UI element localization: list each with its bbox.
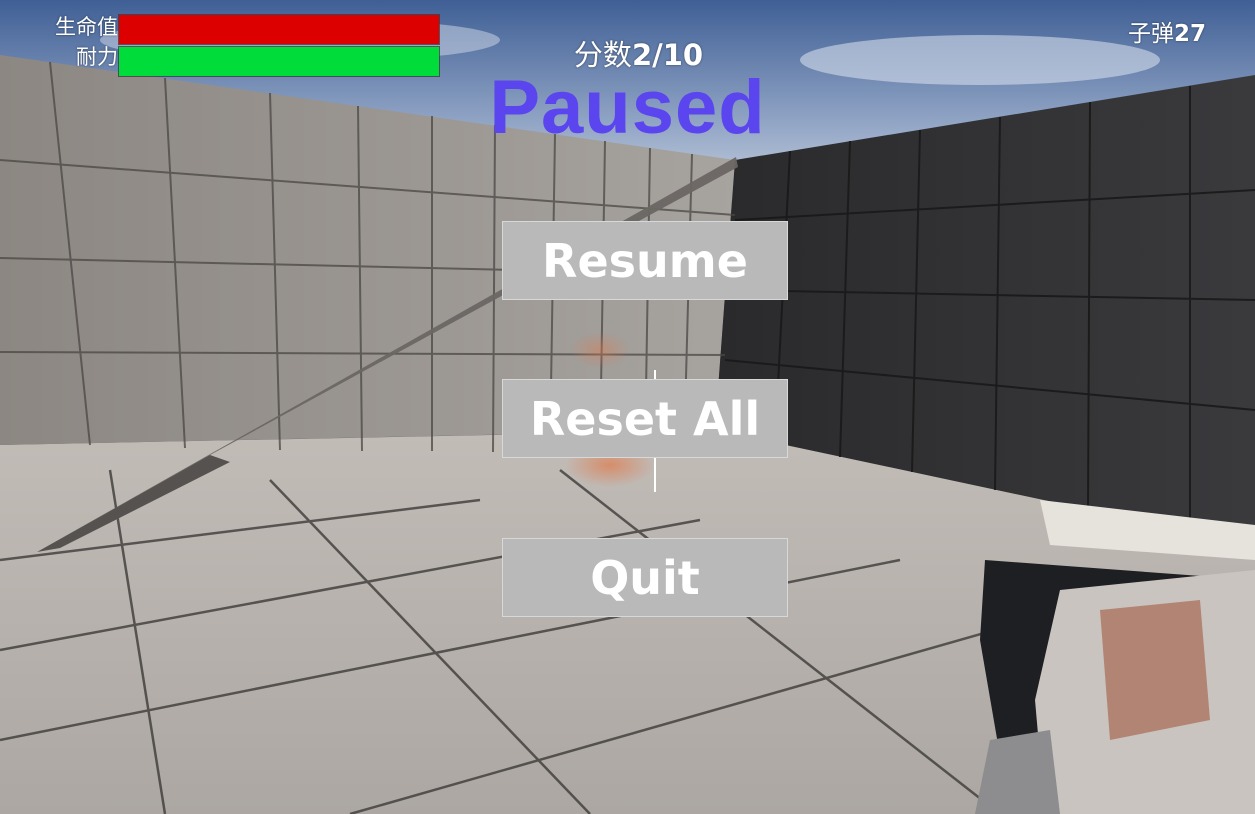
reset-all-button[interactable]: Reset All: [502, 379, 788, 458]
ammo-value: 27: [1174, 21, 1207, 47]
quit-button[interactable]: Quit: [502, 538, 788, 617]
ammo-display: 子弹27: [1128, 14, 1206, 48]
paused-title: Paused: [489, 65, 766, 150]
resume-button[interactable]: Resume: [502, 221, 788, 300]
ammo-label: 子弹: [1128, 21, 1174, 47]
